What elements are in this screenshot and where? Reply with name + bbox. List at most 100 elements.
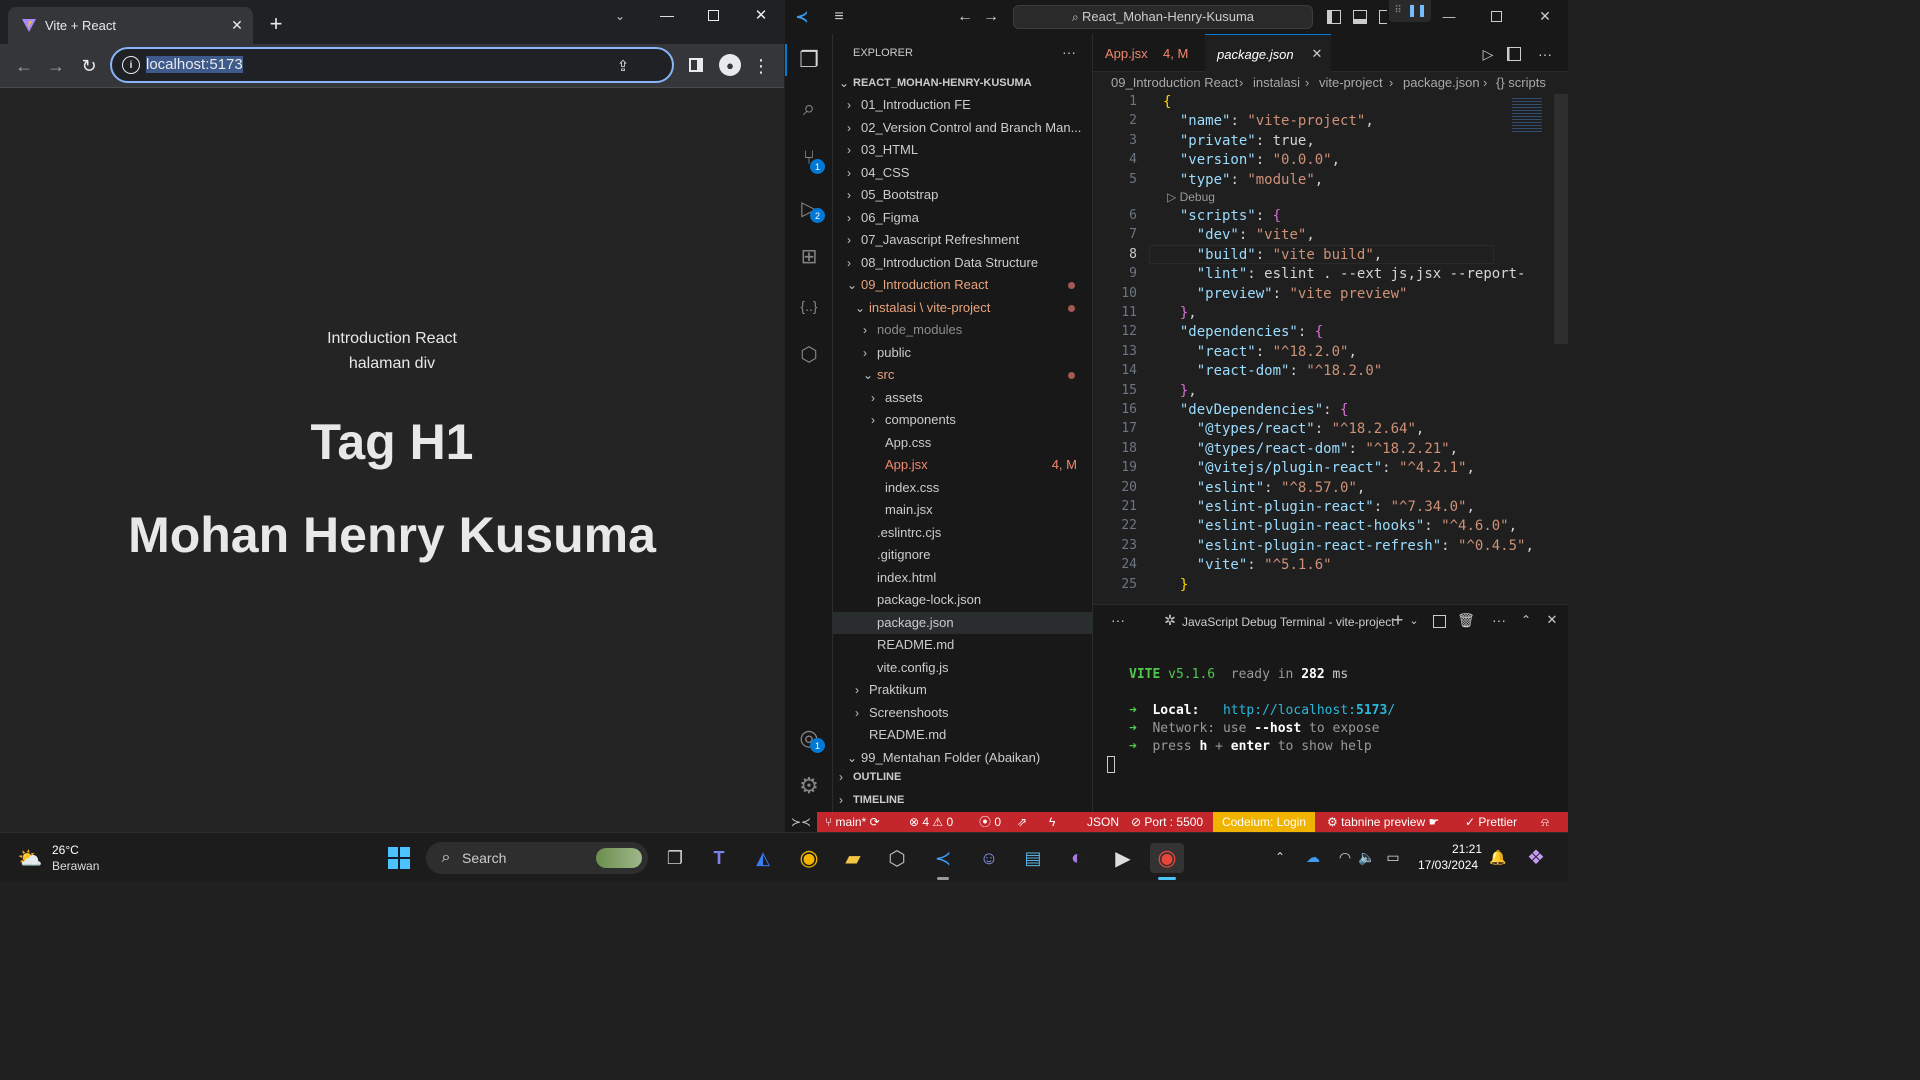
tree-folder-row[interactable]: › 01_Introduction FE xyxy=(833,94,1093,116)
tree-folder-row[interactable]: › Screenshoots xyxy=(833,702,1093,724)
minimize-icon[interactable]: — xyxy=(655,4,679,26)
nav-forward-icon[interactable]: → xyxy=(981,7,1001,27)
tree-file-row[interactable]: index.html xyxy=(833,567,1093,589)
extensions-icon[interactable]: ⊞ xyxy=(797,244,821,268)
tab-app-jsx[interactable]: App.jsx 4, M xyxy=(1093,34,1205,72)
split-terminal-icon[interactable] xyxy=(1433,615,1446,628)
maximize-icon[interactable] xyxy=(708,10,719,21)
tree-file-row[interactable]: vite.config.js xyxy=(833,657,1093,679)
toggle-sidebar-icon[interactable] xyxy=(1327,10,1341,24)
back-icon[interactable]: ← xyxy=(12,54,36,78)
nav-back-icon[interactable]: ← xyxy=(955,7,975,27)
wifi-icon[interactable]: ◠ xyxy=(1336,847,1354,867)
clock-date[interactable]: 17/03/2024 xyxy=(1418,858,1478,872)
toggle-panel-icon[interactable] xyxy=(1353,10,1367,24)
tab-search-icon[interactable]: ⌄ xyxy=(608,6,632,26)
terminal-more-icon[interactable]: ··· xyxy=(1489,611,1509,629)
tree-file-row[interactable]: package.json xyxy=(833,611,1093,634)
tree-folder-row[interactable]: › 08_Introduction Data Structure xyxy=(833,252,1093,274)
battery-icon[interactable]: ▭ xyxy=(1382,847,1404,867)
git-branch[interactable]: ⑂ main* ⟳ xyxy=(825,812,880,832)
outline-section[interactable]: › OUTLINE xyxy=(833,766,1093,788)
language-mode[interactable]: JSON xyxy=(1087,812,1119,832)
terminal-output[interactable]: VITE v5.1.6 ready in 282 ms ➜ Local: htt… xyxy=(1093,635,1568,813)
search-view-icon[interactable]: ⌕ xyxy=(797,95,821,120)
weather-widget[interactable]: ⛅ 26°C Berawan xyxy=(16,841,116,877)
discord-icon[interactable]: ☺ xyxy=(972,843,1006,873)
vscode-minimize-icon[interactable]: — xyxy=(1439,6,1459,26)
menu-icon[interactable]: ≡ xyxy=(829,8,849,26)
explorer-files-icon[interactable]: ❐ xyxy=(797,47,821,72)
site-info-icon[interactable]: i xyxy=(122,56,140,74)
drag-handle-icon[interactable]: ⠿ xyxy=(1393,2,1403,18)
taskbar-search[interactable]: ⌕ Search xyxy=(426,842,648,874)
vscode-close-icon[interactable]: ✕ xyxy=(1535,6,1555,26)
tabnine-status[interactable]: ⚙ tabnine preview ☛ xyxy=(1327,812,1439,832)
onedrive-icon[interactable]: ☁ xyxy=(1302,847,1324,867)
teams-icon[interactable]: T xyxy=(702,843,736,873)
root-folder-row[interactable]: ⌄ REACT_MOHAN-HENRY-KUSUMA xyxy=(833,72,1093,94)
tree-folder-row[interactable]: ⌄ src xyxy=(833,364,1093,386)
tree-folder-row[interactable]: › 02_Version Control and Branch Man... xyxy=(833,117,1093,139)
vscode-taskbar-icon[interactable]: ≺ xyxy=(926,843,960,873)
chrome-icon[interactable]: ◉ xyxy=(792,843,826,873)
tree-file-row[interactable]: App.jsx 4, M xyxy=(833,454,1093,476)
tree-folder-row[interactable]: ⌄ 09_Introduction React xyxy=(833,274,1093,296)
notepad-icon[interactable]: ▤ xyxy=(1016,843,1050,873)
kill-terminal-icon[interactable]: 🗑 xyxy=(1457,611,1475,629)
forward-icon[interactable]: → xyxy=(44,54,68,78)
split-editor-icon[interactable] xyxy=(1507,47,1521,61)
json-tools-icon[interactable]: {..} xyxy=(795,294,823,318)
tree-folder-row[interactable]: › components xyxy=(833,409,1093,431)
tree-folder-row[interactable]: › node_modules xyxy=(833,319,1093,341)
layout-icon[interactable] xyxy=(1379,10,1387,24)
explorer-more-icon[interactable]: ··· xyxy=(1059,44,1079,60)
notifications-bell-icon[interactable]: ⍾ xyxy=(1541,812,1549,832)
timeline-section[interactable]: › TIMELINE xyxy=(833,789,1093,811)
lightning-icon[interactable]: ϟ xyxy=(1049,812,1055,832)
tree-folder-row[interactable]: › 06_Figma xyxy=(833,207,1093,229)
editor-scrollbar[interactable] xyxy=(1554,94,1568,344)
show-hidden-icons-icon[interactable]: ⌃ xyxy=(1270,847,1290,867)
tree-folder-row[interactable]: › 07_Javascript Refreshment xyxy=(833,229,1093,251)
tree-folder-row[interactable]: › 04_CSS xyxy=(833,162,1093,184)
code-editor[interactable]: ▷ Debug 1 {2 "name": "vite-project", 3 "pr… xyxy=(1093,94,1568,604)
live-server-port[interactable]: ⊘ Port : 5500 xyxy=(1131,812,1203,832)
codeium-status[interactable]: Codeium: Login xyxy=(1213,812,1315,832)
editor-more-icon[interactable]: ··· xyxy=(1535,45,1555,63)
tree-folder-row[interactable]: ⌄ instalasi \ vite-project xyxy=(833,297,1093,319)
volume-icon[interactable]: 🔈 xyxy=(1358,847,1376,867)
address-bar[interactable]: i localhost:5173 ⇪ xyxy=(110,47,674,83)
pause-icon[interactable]: ❚❚ xyxy=(1407,2,1427,18)
breadcrumb-item[interactable]: {} scripts xyxy=(1496,72,1546,94)
prettier-status[interactable]: ✓ Prettier xyxy=(1465,812,1517,832)
reload-icon[interactable]: ↻ xyxy=(77,54,101,78)
breadcrumb-item[interactable]: package.json xyxy=(1403,72,1480,94)
browser-tab[interactable]: Vite + React ✕ xyxy=(8,7,253,44)
terminal-title[interactable]: JavaScript Debug Terminal - vite-project xyxy=(1182,615,1395,629)
url-text[interactable]: localhost:5173 xyxy=(146,56,243,73)
command-center-search[interactable]: ⌕ React_Mohan-Henry-Kusuma xyxy=(1013,5,1313,29)
breadcrumb-item[interactable]: 09_Introduction React xyxy=(1111,72,1238,94)
tree-folder-row[interactable]: › Praktikum xyxy=(833,679,1093,701)
profile-avatar[interactable]: ● xyxy=(719,54,741,76)
breadcrumb-item[interactable]: instalasi xyxy=(1253,72,1300,94)
remote-explorer-icon[interactable]: ⬡ xyxy=(797,342,821,366)
unity-icon[interactable]: ⬡ xyxy=(880,843,914,873)
tree-file-row[interactable]: README.md xyxy=(833,724,1093,746)
share-icon[interactable]: ⇪ xyxy=(612,55,634,77)
codelens-debug[interactable]: ▷ Debug xyxy=(1167,190,1215,204)
tree-folder-row[interactable]: › 03_HTML xyxy=(833,139,1093,161)
ports-indicator[interactable]: ⦿ 0 xyxy=(979,812,1001,832)
media-player-icon[interactable]: ▶ xyxy=(1106,843,1140,873)
new-tab-button[interactable]: + xyxy=(264,11,288,36)
vscode-maximize-icon[interactable] xyxy=(1491,11,1502,22)
close-window-icon[interactable]: ✕ xyxy=(749,4,773,26)
remote-icon[interactable]: ≻≺ xyxy=(785,812,817,832)
problems-indicator[interactable]: ⊗ 4 ⚠ 0 xyxy=(909,812,953,832)
maximize-panel-icon[interactable]: ⌃ xyxy=(1517,611,1535,629)
copilot-icon[interactable]: ❖ xyxy=(1522,843,1550,871)
close-tab-icon[interactable]: ✕ xyxy=(1309,46,1325,62)
tree-file-row[interactable]: .eslintrc.cjs xyxy=(833,522,1093,544)
tree-folder-row[interactable]: › 05_Bootstrap xyxy=(833,184,1093,206)
